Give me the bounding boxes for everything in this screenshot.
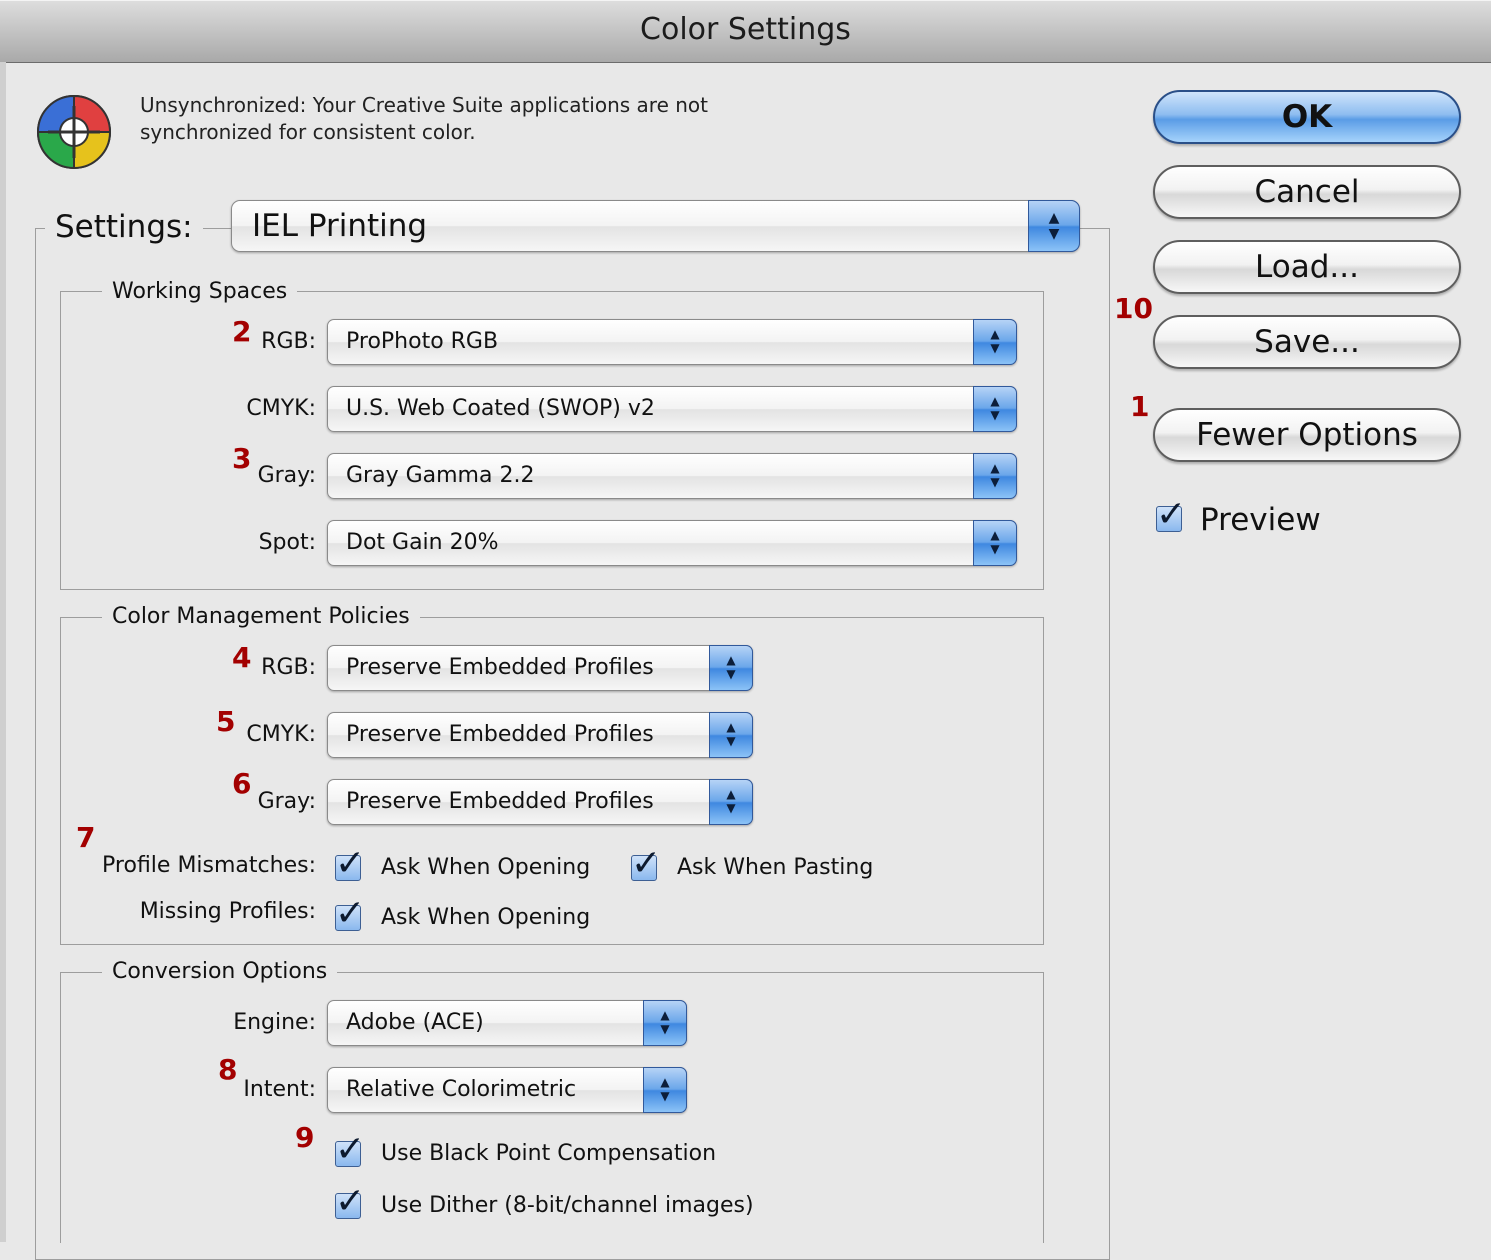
settings-select[interactable]: IEL Printing ▲ ▼ <box>231 200 1080 252</box>
engine-select[interactable]: Adobe (ACE) ▲ ▼ <box>327 1000 687 1046</box>
use-dither-label[interactable]: Use Dither (8-bit/channel images) <box>381 1192 754 1220</box>
intent-select[interactable]: Relative Colorimetric ▲ ▼ <box>327 1067 687 1113</box>
ok-button[interactable]: OK <box>1153 90 1461 144</box>
cmp-gray-value: Preserve Embedded Profiles <box>346 789 654 814</box>
up-down-arrows-icon: ▲ ▼ <box>643 1067 687 1113</box>
cmp-gray-label: Gray: <box>257 789 316 814</box>
ws-rgb-value: ProPhoto RGB <box>346 329 499 354</box>
cmp-rgb-select[interactable]: Preserve Embedded Profiles ▲ ▼ <box>327 645 753 691</box>
ws-spot-value: Dot Gain 20% <box>346 530 499 555</box>
missing-opening-checkbox[interactable]: ✓ <box>335 896 365 932</box>
mismatch-opening-checkbox[interactable]: ✓ <box>335 846 365 882</box>
conversion-legend: Conversion Options <box>102 958 338 986</box>
working-spaces-legend: Working Spaces <box>102 278 298 306</box>
cmp-rgb-value: Preserve Embedded Profiles <box>346 655 654 680</box>
ws-cmyk-select[interactable]: U.S. Web Coated (SWOP) v2 ▲ ▼ <box>327 386 1017 432</box>
fewer-options-button[interactable]: Fewer Options <box>1153 408 1461 462</box>
black-point-compensation-label[interactable]: Use Black Point Compensation <box>381 1140 716 1168</box>
checkmark-icon: ✓ <box>335 843 366 884</box>
cancel-button[interactable]: Cancel <box>1153 165 1461 219</box>
sync-message-line1: Unsynchronized: Your Creative Suite appl… <box>140 93 709 117</box>
ws-spot-label: Spot: <box>258 530 316 555</box>
up-down-arrows-icon: ▲ ▼ <box>643 1000 687 1046</box>
ws-spot-select[interactable]: Dot Gain 20% ▲ ▼ <box>327 520 1017 566</box>
ws-gray-select[interactable]: Gray Gamma 2.2 ▲ ▼ <box>327 453 1017 499</box>
settings-value: IEL Printing <box>252 208 428 244</box>
window-title: Color Settings <box>640 12 851 47</box>
ws-rgb-select[interactable]: ProPhoto RGB ▲ ▼ <box>327 319 1017 365</box>
mismatch-pasting-checkbox[interactable]: ✓ <box>631 846 661 882</box>
engine-value: Adobe (ACE) <box>346 1010 484 1035</box>
checkmark-icon: ✓ <box>335 1129 366 1170</box>
color-wheel-icon <box>36 94 112 170</box>
checkmark-icon: ✓ <box>335 893 366 934</box>
up-down-arrows-icon: ▲ ▼ <box>1028 200 1080 252</box>
ws-rgb-label: RGB: <box>261 329 316 354</box>
ws-gray-value: Gray Gamma 2.2 <box>346 463 535 488</box>
sync-message-line2: synchronized for consistent color. <box>140 120 476 144</box>
up-down-arrows-icon: ▲ ▼ <box>709 645 753 691</box>
up-down-arrows-icon: ▲ ▼ <box>973 520 1017 566</box>
mismatch-pasting-label[interactable]: Ask When Pasting <box>677 854 873 882</box>
ws-cmyk-label: CMYK: <box>246 396 316 421</box>
preview-checkbox[interactable]: ✓ <box>1156 497 1186 533</box>
up-down-arrows-icon: ▲ ▼ <box>709 779 753 825</box>
policies-legend: Color Management Policies <box>102 603 420 631</box>
checkmark-icon: ✓ <box>1156 494 1187 535</box>
use-dither-checkbox[interactable]: ✓ <box>335 1184 365 1220</box>
preview-label[interactable]: Preview <box>1200 502 1321 538</box>
cmp-rgb-label: RGB: <box>261 655 316 680</box>
up-down-arrows-icon: ▲ ▼ <box>973 386 1017 432</box>
black-point-compensation-checkbox[interactable]: ✓ <box>335 1132 365 1168</box>
up-down-arrows-icon: ▲ ▼ <box>973 319 1017 365</box>
profile-mismatches-label: Profile Mismatches: <box>102 853 316 878</box>
up-down-arrows-icon: ▲ ▼ <box>973 453 1017 499</box>
up-down-arrows-icon: ▲ ▼ <box>709 712 753 758</box>
cmp-cmyk-label: CMYK: <box>246 722 316 747</box>
ws-gray-label: Gray: <box>257 463 316 488</box>
cmp-cmyk-value: Preserve Embedded Profiles <box>346 722 654 747</box>
cmp-gray-select[interactable]: Preserve Embedded Profiles ▲ ▼ <box>327 779 753 825</box>
engine-label: Engine: <box>233 1010 316 1035</box>
cmp-cmyk-select[interactable]: Preserve Embedded Profiles ▲ ▼ <box>327 712 753 758</box>
ws-cmyk-value: U.S. Web Coated (SWOP) v2 <box>346 396 655 421</box>
load-button[interactable]: Load... <box>1153 240 1461 294</box>
annotation-1: 1 <box>1130 390 1150 423</box>
save-button[interactable]: Save... <box>1153 315 1461 369</box>
window-left-edge <box>0 62 6 1242</box>
missing-opening-label[interactable]: Ask When Opening <box>381 904 590 932</box>
missing-profiles-label: Missing Profiles: <box>139 899 316 924</box>
settings-label: Settings: <box>45 208 203 246</box>
intent-label: Intent: <box>243 1077 316 1102</box>
annotation-7: 7 <box>76 821 96 854</box>
intent-value: Relative Colorimetric <box>346 1077 577 1102</box>
checkmark-icon: ✓ <box>631 843 662 884</box>
checkmark-icon: ✓ <box>335 1181 366 1222</box>
sync-status-message: Unsynchronized: Your Creative Suite appl… <box>140 92 840 146</box>
mismatch-opening-label[interactable]: Ask When Opening <box>381 854 590 882</box>
annotation-9: 9 <box>295 1121 315 1154</box>
annotation-10: 10 <box>1114 292 1153 325</box>
